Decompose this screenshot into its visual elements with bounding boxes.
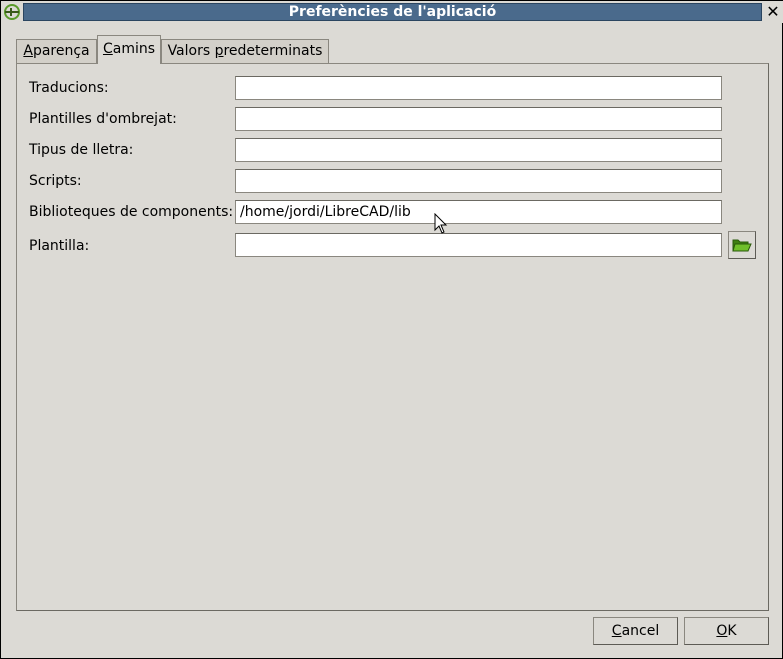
tab-mnemonic: C xyxy=(102,41,113,57)
window-title: Preferències de l'aplicació xyxy=(288,4,497,20)
paths-panel: Traducions: Plantilles d'ombrejat: Tipus… xyxy=(16,63,769,611)
fonts-field[interactable] xyxy=(235,138,722,162)
translations-label: Traducions: xyxy=(29,80,109,96)
hatch-patterns-label: Plantilles d'ombrejat: xyxy=(29,111,177,127)
button-label: ancel xyxy=(621,623,660,639)
component-libraries-label: Biblioteques de components: xyxy=(29,204,234,220)
component-libraries-field[interactable] xyxy=(235,200,722,224)
title-bar[interactable]: Preferències de l'aplicació ✕ xyxy=(1,1,783,23)
fonts-label: Tipus de lletra: xyxy=(29,142,134,158)
tab-label: Valors xyxy=(167,43,215,59)
folder-open-icon xyxy=(732,239,752,252)
app-menu-icon[interactable] xyxy=(3,3,21,21)
tab-label: redeterminats xyxy=(223,43,323,59)
hatch-patterns-field[interactable] xyxy=(235,107,722,131)
close-button[interactable]: ✕ xyxy=(764,3,782,21)
scripts-field[interactable] xyxy=(235,169,722,193)
button-mnemonic: O xyxy=(716,623,728,639)
title-area: Preferències de l'aplicació xyxy=(23,3,762,21)
template-field[interactable] xyxy=(235,233,722,257)
scripts-label: Scripts: xyxy=(29,173,82,189)
close-icon: ✕ xyxy=(766,2,780,21)
tab-label: amins xyxy=(112,41,156,57)
tab-paths[interactable]: Camins xyxy=(97,35,161,64)
tab-appearance[interactable]: Aparença xyxy=(16,39,97,63)
tab-mnemonic: A xyxy=(23,43,33,59)
button-mnemonic: C xyxy=(611,623,622,639)
button-label: K xyxy=(727,623,737,639)
mouse-cursor-icon xyxy=(434,213,448,234)
browse-template-button[interactable] xyxy=(728,231,756,259)
template-label: Plantilla: xyxy=(29,238,90,254)
preferences-dialog: Preferències de l'aplicació ✕ Aparença C… xyxy=(0,0,783,659)
tab-defaults[interactable]: Valors predeterminats xyxy=(161,39,329,63)
translations-field[interactable] xyxy=(235,76,722,100)
cancel-button[interactable]: Cancel xyxy=(593,617,678,645)
ok-button[interactable]: OK xyxy=(684,617,769,645)
tab-label: parença xyxy=(32,43,90,59)
